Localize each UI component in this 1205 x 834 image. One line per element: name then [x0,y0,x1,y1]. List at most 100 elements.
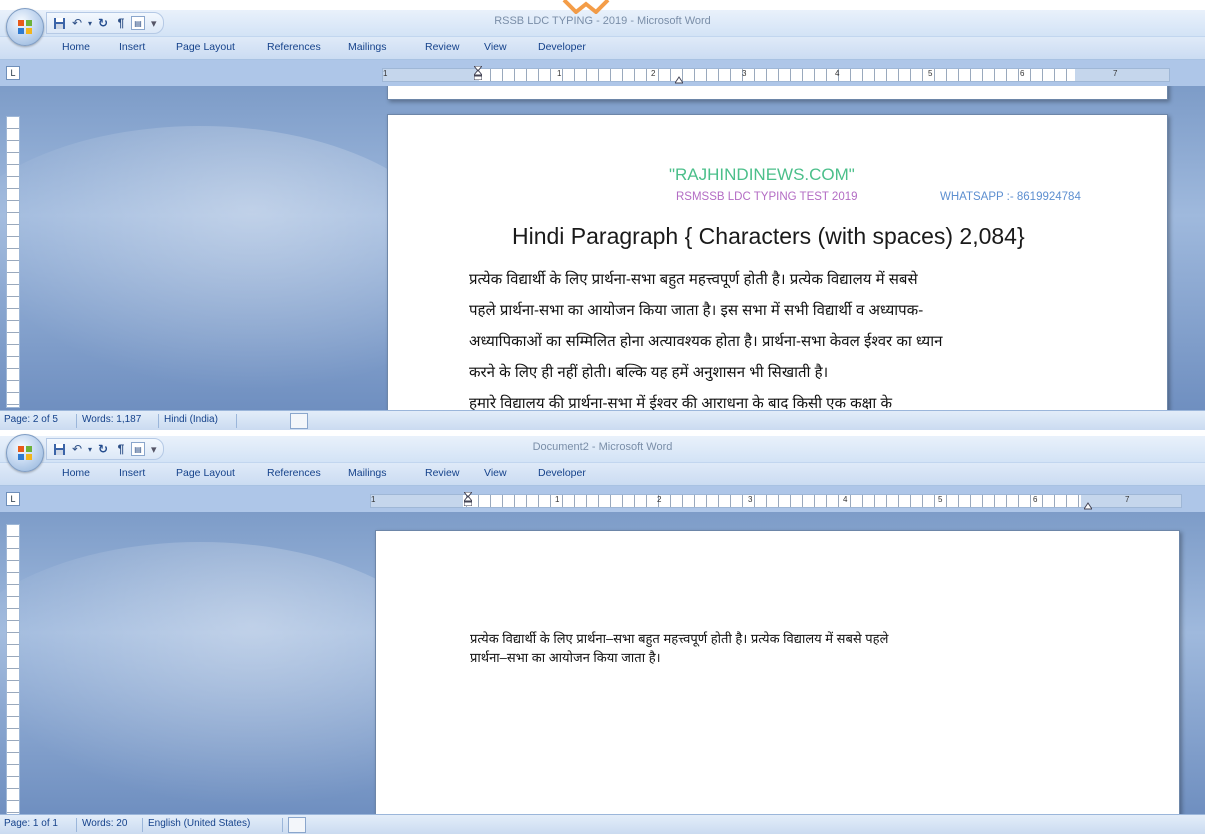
tab-view[interactable]: View [484,41,507,53]
paragraph-line: अध्यापिकाओं का सम्मिलित होना अत्यावश्यक … [469,333,943,350]
tab-mailings[interactable]: Mailings [348,467,387,479]
customize-qat-icon[interactable]: ▾ [151,17,157,30]
tab-developer[interactable]: Developer [538,467,586,479]
status-separator [158,414,159,428]
save-icon[interactable] [51,15,67,31]
redo-icon[interactable]: ↻ [95,15,111,31]
ruler-number: 4 [835,69,840,78]
status-separator [282,818,283,832]
tab-home[interactable]: Home [62,467,90,479]
previous-page-bottom [387,86,1168,100]
horizontal-ruler[interactable]: 1 1 2 3 4 5 6 7 [370,494,1182,508]
ruler-margin-right [1081,495,1181,507]
tab-insert[interactable]: Insert [119,41,145,53]
tab-home[interactable]: Home [62,41,90,53]
ruler-area: L 1 1 2 3 4 5 6 7 [0,486,1205,512]
save-icon[interactable] [51,441,67,457]
tab-page-layout[interactable]: Page Layout [176,467,235,479]
ruler-number: 6 [1033,495,1038,504]
ruler-number: 2 [657,495,662,504]
status-separator [142,818,143,832]
status-bar: Page: 2 of 5 Words: 1,187 Hindi (India) [0,410,1205,430]
ruler-number: 4 [843,495,848,504]
customize-qat-icon[interactable]: ▾ [151,443,157,456]
quick-access-toolbar: ↶ ▾ ↻ ¶ ▤ ▾ [46,438,164,460]
word-window-top: RSSB LDC TYPING - 2019 - Microsoft Word … [0,0,1205,430]
window-title: RSSB LDC TYPING - 2019 - Microsoft Word [494,15,711,27]
paragraph-line: प्रार्थना–सभा का आयोजन किया जाता है। [470,650,661,665]
office-logo-icon [18,446,32,460]
language-indicator[interactable]: Hindi (India) [164,414,218,425]
ruler-number: 1 [371,495,376,504]
document-canvas: प्रत्येक विद्यार्थी के लिए प्रार्थना–सभा… [0,512,1205,814]
document-canvas: "RAJHINDINEWS.COM" RSMSSB LDC TYPING TES… [0,86,1205,410]
window-title: Document2 - Microsoft Word [532,441,673,453]
word-window-bottom: Document2 - Microsoft Word ↶ ▾ ↻ ¶ ▤ ▾ H… [0,430,1205,834]
tab-references[interactable]: References [267,467,321,479]
ruler-number: 1 [555,495,560,504]
tab-selector[interactable]: L [6,492,20,506]
tab-selector[interactable]: L [6,66,20,80]
ribbon-tabs: Home Insert Page Layout References Maili… [0,463,1205,486]
website-text: "RAJHINDINEWS.COM" [669,165,855,184]
tab-review[interactable]: Review [425,41,459,53]
quick-access-toolbar: ↶ ▾ ↻ ¶ ▤ ▾ [46,12,164,34]
tab-insert[interactable]: Insert [119,467,145,479]
status-bar: Page: 1 of 1 Words: 20 English (United S… [0,814,1205,834]
title-bar: RSSB LDC TYPING - 2019 - Microsoft Word … [0,8,1205,46]
show-formatting-icon[interactable]: ¶ [113,15,129,31]
office-button[interactable] [6,8,44,46]
tab-review[interactable]: Review [425,467,459,479]
ruler-number: 1 [557,69,562,78]
show-formatting-icon[interactable]: ¶ [113,441,129,457]
paragraph-line: करने के लिए ही नहीं होती। बल्कि यह हमें … [469,364,829,381]
title-bar: Document2 - Microsoft Word ↶ ▾ ↻ ¶ ▤ ▾ [0,434,1205,472]
office-button[interactable] [6,434,44,472]
paragraph-line: प्रत्येक विद्यार्थी के लिए प्रार्थना–सभा… [470,631,889,646]
word-count[interactable]: Words: 20 [82,818,127,829]
first-line-indent-marker[interactable] [474,66,482,80]
tab-page-layout[interactable]: Page Layout [176,41,235,53]
ruler-number: 1 [383,69,388,78]
ruler-margin-left [371,495,463,507]
undo-icon[interactable]: ↶ [69,441,85,457]
macro-record-icon[interactable] [290,413,308,429]
horizontal-ruler[interactable]: 1 1 2 3 4 5 6 7 [382,68,1170,82]
print-preview-icon[interactable]: ▤ [131,442,145,456]
page-count[interactable]: Page: 1 of 1 [4,818,58,829]
right-indent-marker[interactable] [1084,498,1092,512]
tab-mailings[interactable]: Mailings [348,41,387,53]
paragraph-line: पहले प्रार्थना-सभा का आयोजन किया जाता है… [469,302,924,319]
first-line-indent-marker[interactable] [464,492,472,506]
tab-references[interactable]: References [267,41,321,53]
document-page[interactable]: प्रत्येक विद्यार्थी के लिए प्रार्थना–सभा… [375,530,1180,814]
status-separator [76,818,77,832]
undo-icon[interactable]: ↶ [69,15,85,31]
ruler-margin-right [1075,69,1169,81]
paragraph-heading: Hindi Paragraph { Characters (with space… [512,223,1025,249]
right-indent-marker[interactable] [675,72,683,86]
macro-record-icon[interactable] [288,817,306,833]
tab-developer[interactable]: Developer [538,41,586,53]
document-page[interactable]: "RAJHINDINEWS.COM" RSMSSB LDC TYPING TES… [387,114,1168,410]
vertical-ruler[interactable] [6,116,20,408]
print-preview-icon[interactable]: ▤ [131,16,145,30]
undo-dropdown-icon[interactable]: ▾ [87,15,93,31]
ruler-number: 3 [742,69,747,78]
status-separator [76,414,77,428]
language-indicator[interactable]: English (United States) [148,818,250,829]
office-logo-icon [18,20,32,34]
vertical-ruler[interactable] [6,524,20,814]
ruler-number: 5 [938,495,943,504]
word-count[interactable]: Words: 1,187 [82,414,141,425]
ruler-number: 5 [928,69,933,78]
test-name-text: RSMSSB LDC TYPING TEST 2019 [676,191,858,203]
ruler-margin-left [383,69,479,81]
ribbon-tabs: Home Insert Page Layout References Maili… [0,37,1205,60]
tab-view[interactable]: View [484,467,507,479]
ruler-number: 7 [1113,69,1118,78]
redo-icon[interactable]: ↻ [95,441,111,457]
page-count[interactable]: Page: 2 of 5 [4,414,58,425]
whatsapp-text: WHATSAPP :- 8619924784 [940,191,1081,203]
undo-dropdown-icon[interactable]: ▾ [87,441,93,457]
